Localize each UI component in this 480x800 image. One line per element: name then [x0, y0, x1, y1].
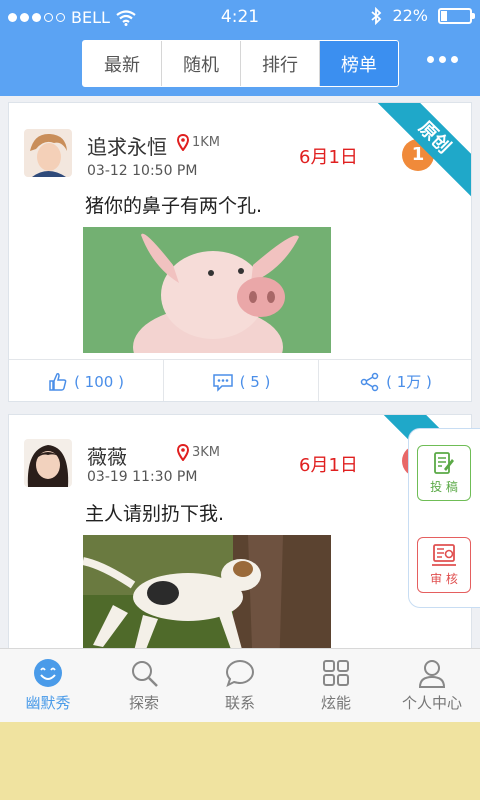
avatar[interactable]: [24, 439, 72, 487]
post-date: 6月1日: [299, 147, 358, 168]
nav-label: 联系: [224, 694, 255, 712]
distance: 3KM: [192, 445, 221, 460]
nav-item-contact[interactable]: 联系: [192, 649, 288, 722]
nav-label: 探索: [128, 694, 159, 712]
tab-random[interactable]: 随机: [162, 41, 241, 86]
nav-item-explore[interactable]: 探索: [96, 649, 192, 722]
username[interactable]: 薇薇: [87, 441, 127, 470]
tab-leaderboard[interactable]: 榜单: [320, 41, 398, 86]
segmented-tabs: 最新 随机 排行 榜单: [82, 40, 399, 87]
person-icon: [418, 660, 446, 688]
status-right: 22%: [370, 6, 475, 25]
post-image-pig[interactable]: [83, 227, 331, 353]
nav-item-humor-show[interactable]: 幽默秀: [0, 649, 96, 722]
nav-label: 幽默秀: [25, 694, 71, 712]
bottom-filler: [0, 722, 480, 800]
thumbs-up-icon: [49, 372, 67, 391]
review-label: 审 核: [430, 572, 458, 586]
nav-item-skills[interactable]: 炫能: [288, 649, 384, 722]
bluetooth-icon: [371, 6, 382, 25]
comment-count: ( 5 ): [239, 372, 271, 391]
submit-post-label: 投 稿: [430, 480, 458, 494]
post-card: 追求永恒 1KM 03-12 10:50 PM 6月1日 1 原创 猪你的鼻子有…: [8, 102, 472, 402]
grid-icon: [323, 660, 349, 686]
post-image-dog[interactable]: [83, 535, 331, 648]
post-text: 猪你的鼻子有两个孔.: [85, 195, 263, 217]
like-count: ( 100 ): [74, 372, 124, 391]
action-bar: ( 100 ) ( 5 ) ( 1万 ): [9, 359, 471, 401]
share-count: ( 1万 ): [386, 373, 432, 391]
location-pin-icon: [177, 134, 189, 151]
post-card: 薇薇 3KM 03-19 11:30 PM 6月1日 主人请别扔下我.: [8, 414, 472, 648]
nav-label: 炫能: [320, 694, 351, 712]
header: BELL 4:21 22% 最新 随机 排行 榜单: [0, 0, 480, 96]
nav-label: 个人中心: [401, 694, 462, 712]
side-action-panel: 投 稿 审 核: [408, 428, 480, 608]
submit-post-button[interactable]: 投 稿: [417, 445, 471, 501]
review-document-icon: [432, 544, 456, 566]
smile-icon: [34, 659, 62, 687]
tab-latest[interactable]: 最新: [83, 41, 162, 86]
username[interactable]: 追求永恒: [87, 131, 167, 160]
bottom-nav: 幽默秀 探索 联系 炫能 个人中心: [0, 648, 480, 722]
edit-document-icon: [434, 452, 454, 474]
like-button[interactable]: ( 100 ): [9, 360, 163, 401]
post-time: 03-19 11:30 PM: [87, 469, 198, 485]
distance: 1KM: [192, 135, 221, 150]
location-pin-icon: [177, 444, 189, 461]
post-date: 6月1日: [299, 455, 358, 476]
chat-icon: [225, 659, 255, 687]
nav-item-profile[interactable]: 个人中心: [384, 649, 480, 722]
tab-ranking[interactable]: 排行: [241, 41, 320, 86]
avatar[interactable]: [24, 129, 72, 177]
battery-percent: 22%: [392, 6, 428, 25]
comment-button[interactable]: ( 5 ): [163, 360, 318, 401]
post-text: 主人请别扔下我.: [85, 503, 225, 525]
search-icon: [132, 661, 158, 687]
location: 1KM: [177, 134, 220, 151]
battery-icon: [438, 7, 475, 24]
location: 3KM: [177, 444, 220, 461]
share-icon: [360, 372, 379, 391]
status-bar: BELL 4:21 22%: [0, 0, 480, 34]
comment-icon: [212, 373, 233, 392]
review-button[interactable]: 审 核: [417, 537, 471, 593]
share-button[interactable]: ( 1万 ): [318, 360, 471, 401]
more-icon[interactable]: [427, 56, 458, 63]
post-time: 03-12 10:50 PM: [87, 163, 198, 179]
